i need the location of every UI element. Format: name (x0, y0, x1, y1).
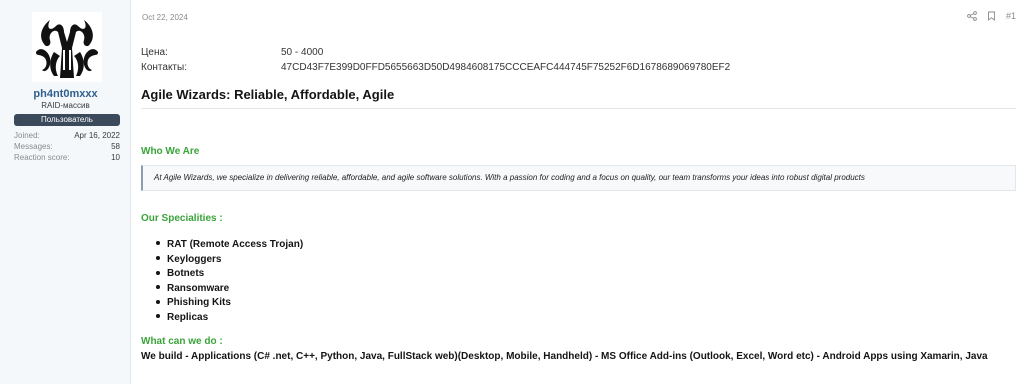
divider (141, 108, 1016, 109)
contacts-value: 47CD43F7E399D0FFD5655663D50D4984608175CC… (281, 62, 731, 73)
stat-label: Messages: (14, 142, 53, 151)
list-item-text: Ransomware (167, 282, 230, 294)
post-date[interactable]: Oct 22, 2024 (142, 13, 188, 22)
bullet-icon (156, 314, 160, 319)
bullet-icon (156, 270, 160, 275)
bullet-icon (156, 285, 160, 290)
list-item-text: Botnets (167, 268, 205, 280)
user-title: RAID-массив (41, 101, 90, 110)
list-item-text: Replicas (167, 311, 209, 323)
contacts-label: Контакты: (141, 62, 187, 73)
list-item: Replicas (156, 311, 303, 326)
price-label: Цена: (141, 47, 168, 58)
who-heading: Who We Are (141, 146, 200, 157)
avatar[interactable] (32, 12, 102, 82)
who-quote: At Agile Wizards, we specialize in deliv… (141, 165, 1016, 191)
bookmark-icon[interactable] (987, 11, 996, 21)
stat-label: Reaction score: (14, 153, 70, 162)
stat-joined: Joined: Apr 16, 2022 (14, 130, 120, 141)
stat-reactions: Reaction score: 10 (14, 152, 120, 163)
user-panel: ph4nt0mxxx RAID-массив Пользователь Join… (0, 0, 131, 384)
stat-value[interactable]: 58 (111, 141, 120, 152)
user-stats: Joined: Apr 16, 2022 Messages: 58 Reacti… (14, 130, 120, 163)
username-link[interactable]: ph4nt0mxxx (0, 88, 131, 100)
list-item: RAT (Remote Access Trojan) (156, 238, 303, 253)
list-item: Keyloggers (156, 253, 303, 268)
share-icon[interactable] (967, 11, 977, 21)
user-banner: Пользователь (14, 114, 120, 126)
what-heading: What can we do : (141, 336, 223, 347)
bullet-icon (156, 255, 160, 260)
post-actions: #1 (967, 11, 1016, 21)
message-body: Oct 22, 2024 #1 Цена: 50 - 4000 Контакты… (141, 0, 1016, 384)
list-item: Phishing Kits (156, 296, 303, 311)
what-text: We build - Applications (C# .net, C++, P… (141, 351, 988, 362)
post-number[interactable]: #1 (1006, 11, 1016, 21)
list-item: Botnets (156, 267, 303, 282)
list-item-text: RAT (Remote Access Trojan) (167, 239, 304, 250)
list-item-text: Phishing Kits (167, 297, 231, 309)
stat-value: 10 (111, 153, 120, 162)
list-item-text: Keyloggers (167, 253, 222, 265)
specialities-list: RAT (Remote Access Trojan) Keyloggers Bo… (156, 238, 303, 326)
price-value: 50 - 4000 (281, 47, 324, 58)
spec-heading: Our Specialities : (141, 213, 223, 224)
bullet-icon (156, 241, 160, 246)
stat-value: Apr 16, 2022 (74, 131, 120, 140)
stat-label: Joined: (14, 131, 40, 140)
list-item: Ransomware (156, 282, 303, 297)
stat-messages: Messages: 58 (14, 141, 120, 152)
post-headline: Agile Wizards: Reliable, Affordable, Agi… (141, 87, 395, 102)
bullet-icon (156, 299, 160, 304)
